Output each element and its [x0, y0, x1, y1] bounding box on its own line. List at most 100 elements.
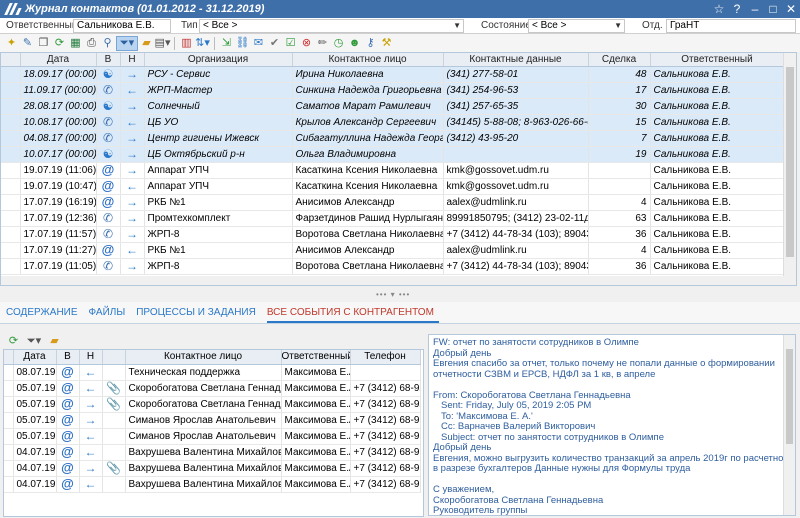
tools-icon[interactable]: ⚒	[379, 36, 394, 51]
table-row[interactable]: 17.07.19 (11:05) ✆ → ЖРП-8 Воротова Светлана…	[1, 258, 785, 275]
column-header[interactable]: Контактные данные	[443, 53, 589, 67]
table-row[interactable]: 17.07.19 (12:36) ✆ → Промтехкомплект Фарзетд…	[1, 210, 785, 227]
columns-icon[interactable]: ▥	[179, 36, 194, 51]
column-header[interactable]: Дата	[20, 53, 97, 67]
attachment-icon[interactable]: 📎	[106, 462, 121, 474]
column-header[interactable]: Дата	[13, 350, 57, 365]
tab-processes[interactable]: ПРОЦЕССЫ И ЗАДАНИЯ	[136, 307, 261, 323]
table-row[interactable]: 17.07.19 (16:19) @ → РКБ №1 Анисимов Алексан…	[1, 194, 785, 211]
sort-icon[interactable]: ⇅▾	[195, 36, 210, 51]
tab-all-events[interactable]: ВСЕ СОБЫТИЯ С КОНТРАГЕНТОМ	[266, 307, 439, 323]
date-cell: 04.07.19	[13, 460, 57, 477]
key-icon[interactable]: ⚷	[363, 36, 378, 51]
minimize-button[interactable]: –	[746, 2, 764, 16]
table-row[interactable]: 05.07.19 @ → 📎 Скоробогатова Светлана Геннад…	[4, 396, 421, 413]
table-row[interactable]: 08.07.19 @ ← Техническая поддержка Максимова…	[4, 364, 421, 381]
cancel-icon[interactable]: ⊗	[299, 36, 314, 51]
column-header[interactable]: Ответственный	[650, 53, 785, 67]
copy-icon[interactable]: ❐	[36, 36, 51, 51]
message-line: Руководитель группы	[433, 506, 528, 516]
table-row[interactable]: 10.07.17 (00:00) ☯ → ЦБ Октябрьский р-н Ольг…	[1, 146, 785, 163]
arrow-left-icon: ←	[84, 380, 97, 395]
message-line: Subject: отчет по занятости сотрудников …	[441, 432, 664, 443]
column-header[interactable]: Контактное лицо	[292, 53, 444, 67]
table-row[interactable]: 05.07.19 @ ← 📎 Скоробогатова Светлана Геннад…	[4, 380, 421, 397]
column-header[interactable]: Телефон	[350, 350, 421, 365]
grid-vertical-scrollbar[interactable]	[783, 53, 796, 285]
folder-icon[interactable]: ▰	[139, 36, 154, 51]
deal-cell	[588, 162, 651, 179]
table-row[interactable]: 18.09.17 (00:00) ☯ → РСУ - Сервис Ирина Нико…	[1, 66, 785, 83]
message-line: Добрый день	[433, 443, 492, 453]
date-cell: 17.07.19 (11:27)	[20, 242, 97, 259]
refresh-icon[interactable]: ⟳	[52, 36, 67, 51]
table-row[interactable]: 05.07.19 @ ← Симанов Ярослав Анатольевич Мак…	[4, 428, 421, 445]
responsible-cell: Максимова Е.А.	[281, 396, 351, 413]
table-row[interactable]: 04.07.19 @ ← Вахрушева Валентина Михайловна…	[4, 444, 421, 461]
column-header[interactable]: Н	[79, 350, 103, 365]
responsible-cell: Максимова Е.А.	[281, 428, 351, 445]
pen-icon[interactable]: ✏	[315, 36, 330, 51]
print-icon[interactable]: ⎙	[84, 36, 99, 51]
column-header[interactable]: В	[96, 53, 121, 67]
table-row[interactable]: 17.07.19 (11:57) ✆ → ЖРП-8 Воротова Светлана…	[1, 226, 785, 243]
table-row[interactable]: 05.07.19 @ → Симанов Ярослав Анатольевич Мак…	[4, 412, 421, 429]
type-select[interactable]: < Все > ▼	[199, 19, 464, 33]
column-header[interactable]: Контактное лицо	[125, 350, 282, 365]
chevron-down-icon: ▼	[453, 21, 461, 30]
message-line: С уважением,	[433, 485, 495, 495]
message-preview[interactable]: FW: отчет по занятости сотрудников в Оли…	[428, 334, 796, 516]
state-select[interactable]: < Все > ▼	[528, 19, 625, 33]
export-icon[interactable]: ⇲	[219, 36, 234, 51]
filter-icon[interactable]: ⏷▾	[24, 334, 44, 349]
tab-files[interactable]: ФАЙЛЫ	[89, 307, 131, 323]
tab-content[interactable]: СОДЕРЖАНИЕ	[6, 307, 83, 323]
folder-icon[interactable]: ▰	[47, 334, 62, 349]
arrow-left-icon: ←	[84, 476, 97, 491]
grouping-icon[interactable]: ▤▾	[155, 36, 171, 51]
excel-icon[interactable]: ▦	[68, 36, 83, 51]
filter-icon[interactable]: ⏷▾	[116, 35, 138, 51]
responsible-cell: Максимова Е.А.	[281, 364, 351, 381]
person-cell: Вахрушева Валентина Михайловна	[125, 476, 282, 493]
responsible-input[interactable]: Сальникова Е.В.	[73, 19, 171, 33]
column-header[interactable]	[102, 350, 126, 365]
table-row[interactable]: 04.08.17 (00:00) ✆ → Центр гигиены Ижевск Си…	[1, 130, 785, 147]
edit-icon[interactable]: ✎	[20, 36, 35, 51]
refresh-icon[interactable]: ⟳	[6, 334, 21, 349]
responsible-cell: Сальникова Е.В.	[650, 66, 785, 83]
user-icon[interactable]: ☻	[347, 36, 362, 51]
maximize-button[interactable]: □	[764, 2, 782, 16]
table-row[interactable]: 10.08.17 (00:00) ✆ ← ЦБ УО Крылов Александр …	[1, 114, 785, 131]
column-header[interactable]: Сделка	[588, 53, 651, 67]
person-cell: Касаткина Ксения Николаевна	[292, 162, 444, 179]
star-icon[interactable]: ☆	[710, 2, 728, 16]
attachment-icon[interactable]: 📎	[106, 382, 121, 394]
table-row[interactable]: 11.09.17 (00:00) ✆ ← ЖРП-Мастер Синкина Наде…	[1, 82, 785, 99]
preview-scrollbar[interactable]	[783, 335, 795, 515]
table-row[interactable]: 19.07.19 (10:47) @ ← Аппарат УПЧ Касаткина К…	[1, 178, 785, 195]
table-row[interactable]: 04.07.19 @ ← Вахрушева Валентина Михайловна…	[4, 476, 421, 493]
grid-horizontal-scrollbar[interactable]	[1, 276, 784, 285]
search-icon[interactable]: ⚲	[100, 36, 115, 51]
deal-cell: 4	[588, 194, 651, 211]
attachment-icon[interactable]: 📎	[106, 398, 121, 410]
table-row[interactable]: 04.07.19 @ → 📎 Вахрушева Валентина Михайловн…	[4, 460, 421, 477]
help-icon[interactable]: ?	[728, 2, 746, 16]
column-header[interactable]: В	[56, 350, 80, 365]
panel-splitter[interactable]: ••• ▾ •••	[0, 286, 800, 302]
column-header[interactable]: Ответственный	[281, 350, 351, 365]
table-row[interactable]: 17.07.19 (11:27) @ ← РКБ №1 Анисимов Алексан…	[1, 242, 785, 259]
table-row[interactable]: 28.08.17 (00:00) ☯ → Солнечный Саматов Марат…	[1, 98, 785, 115]
dept-input[interactable]: ГраНТ	[666, 19, 796, 33]
clock-icon[interactable]: ◷	[331, 36, 346, 51]
column-header[interactable]: Н	[120, 53, 145, 67]
check-icon[interactable]: ✔	[267, 36, 282, 51]
link-icon[interactable]: ⛓	[235, 36, 250, 51]
close-button[interactable]: ✕	[782, 2, 800, 16]
approve-icon[interactable]: ☑	[283, 36, 298, 51]
column-header[interactable]: Организация	[144, 53, 293, 67]
new-record-icon[interactable]: ✦	[4, 36, 19, 51]
mail-icon[interactable]: ✉	[251, 36, 266, 51]
table-row[interactable]: 19.07.19 (11:06) @ → Аппарат УПЧ Касаткина К…	[1, 162, 785, 179]
